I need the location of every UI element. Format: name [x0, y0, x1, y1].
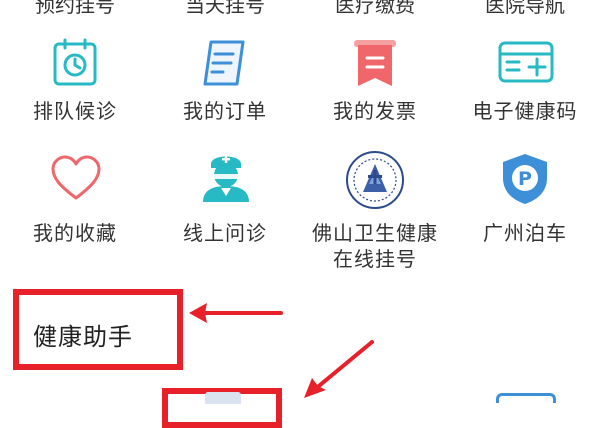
grid-item-label: 排队候诊 [33, 99, 117, 123]
annotation-arrow-diagonal-icon [298, 338, 378, 400]
annotation-arrow-left-icon [185, 298, 285, 328]
grid-item-label: 当天挂号 [185, 0, 265, 17]
section-title: 健康助手 [33, 323, 133, 351]
grid-item-label: 医院导航 [485, 0, 565, 17]
nurse-icon [199, 150, 253, 202]
health-card-icon [497, 40, 555, 86]
grid-item-label: 我的发票 [333, 99, 417, 123]
cutoff-icon [205, 392, 241, 404]
grid-item-health-code[interactable]: 电子健康码 [450, 38, 600, 130]
grid-item-parking[interactable]: P 广州泊车 [450, 150, 600, 270]
svg-text:P: P [518, 168, 532, 190]
emblem-icon [345, 150, 405, 210]
grid-item-label: 医疗缴费 [335, 0, 415, 17]
parking-icon: P [499, 152, 551, 206]
grid-item-label: 预约挂号 [35, 0, 115, 17]
grid-item-label: 我的订单 [183, 99, 267, 123]
cutoff-icon [496, 393, 556, 403]
grid-item-label: 我的收藏 [33, 221, 117, 245]
document-icon [199, 38, 249, 88]
grid-item-invoices[interactable]: 我的发票 [300, 38, 450, 130]
clock-icon [51, 38, 99, 88]
receipt-icon [350, 38, 400, 88]
grid-item-label-line1: 佛山卫生健康 [312, 221, 438, 245]
grid-item-foshan-register[interactable]: 佛山卫生健康 在线挂号 [300, 150, 450, 280]
grid-item-label: 广州泊车 [483, 221, 567, 245]
grid-item-label: 电子健康码 [472, 99, 578, 123]
grid-item-label-line2: 在线挂号 [333, 247, 417, 271]
grid-item-favorites[interactable]: 我的收藏 [0, 150, 150, 270]
grid-item-label: 线上问诊 [183, 221, 267, 245]
grid-item-queue[interactable]: 排队候诊 [0, 38, 150, 130]
grid-item-orders[interactable]: 我的订单 [150, 38, 300, 130]
heart-icon [50, 154, 102, 202]
grid-item-online-consult[interactable]: 线上问诊 [150, 150, 300, 270]
